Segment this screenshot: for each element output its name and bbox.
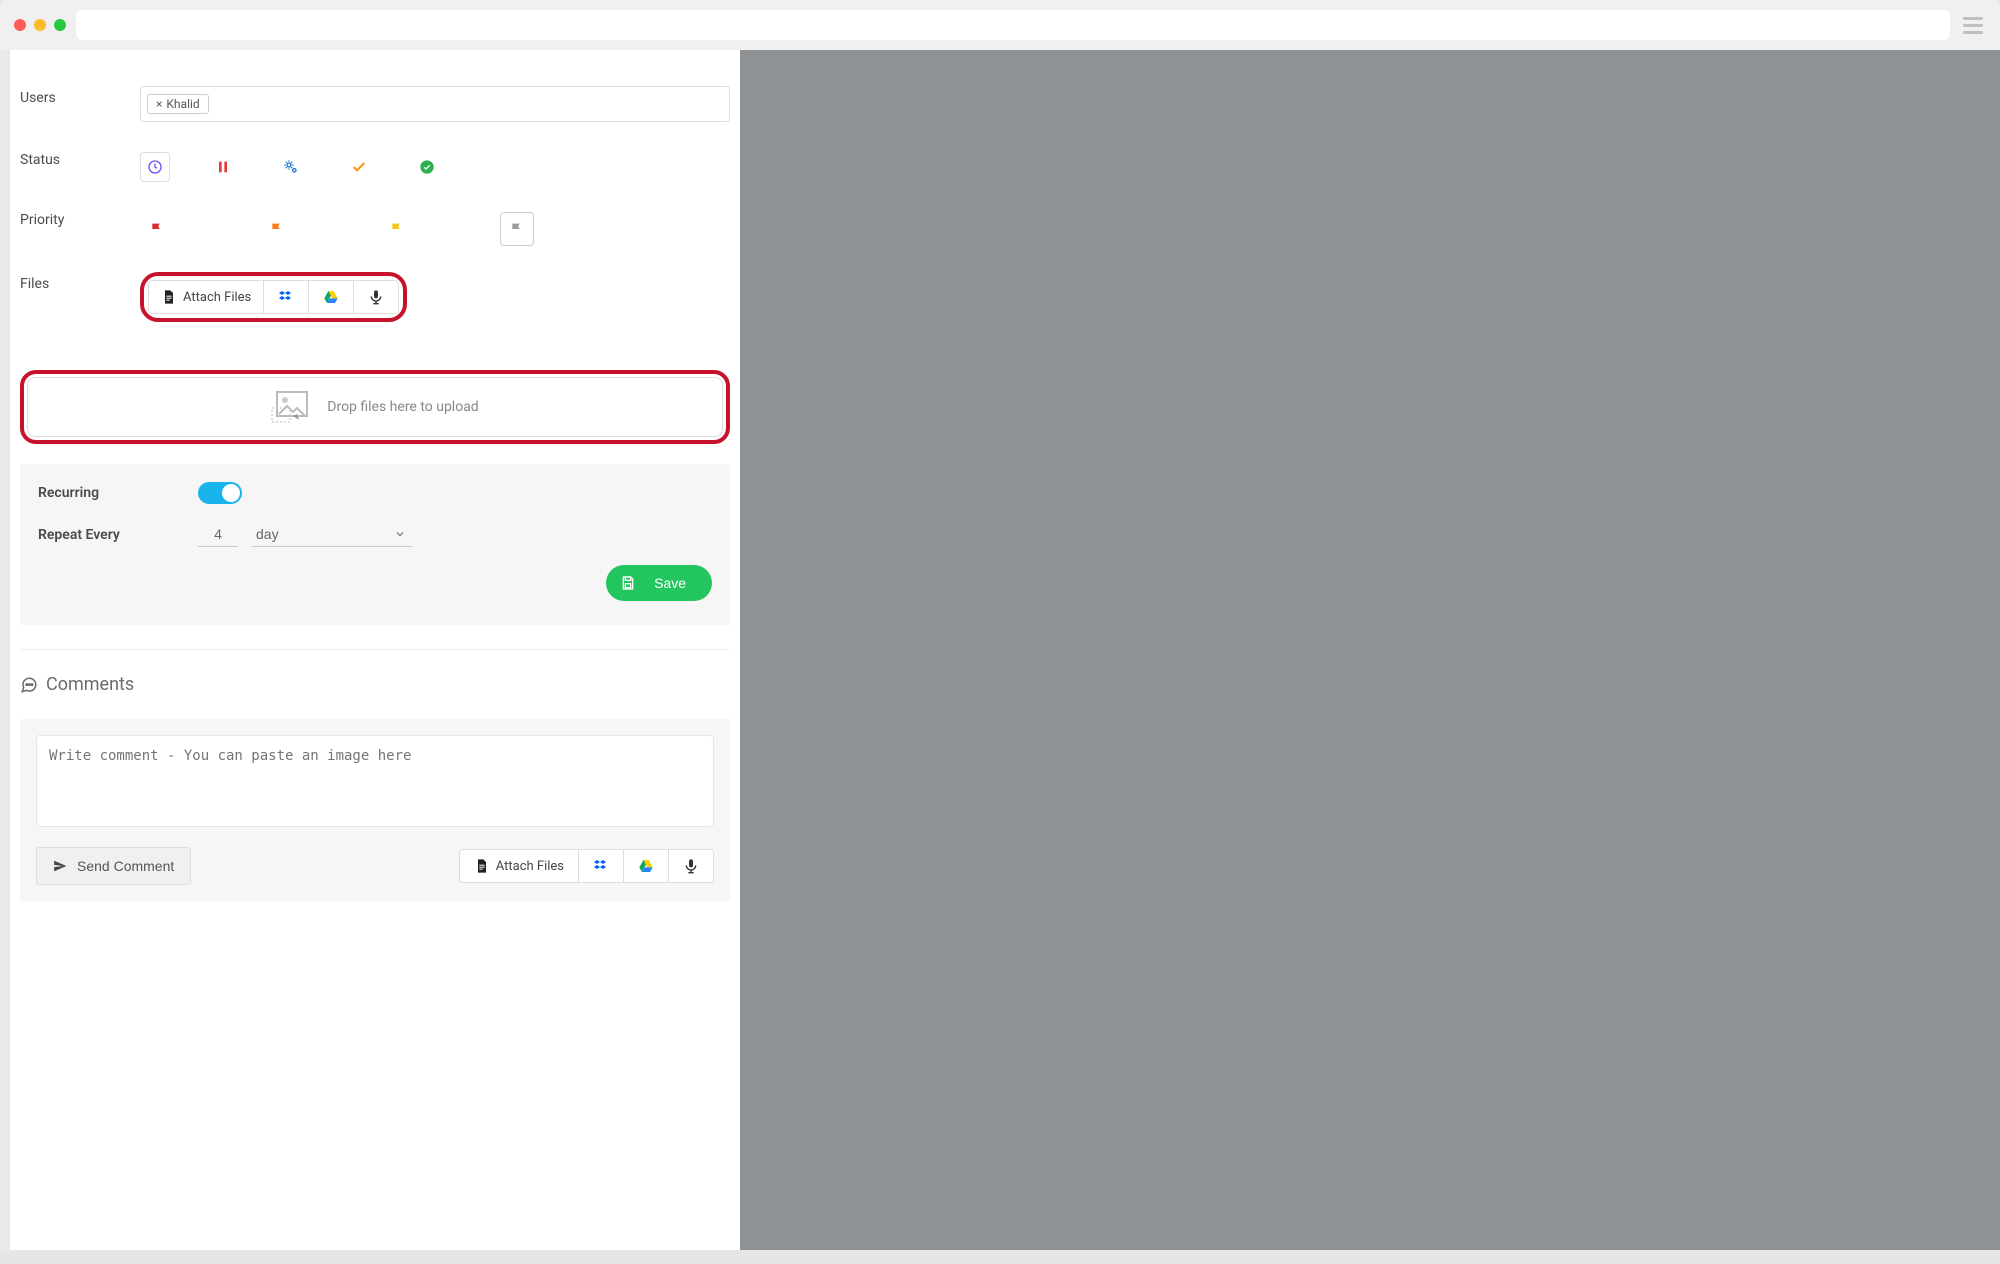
priority-urgent-button[interactable]: [140, 212, 174, 246]
dropzone-text: Drop files here to upload: [327, 399, 478, 415]
attach-files-label: Attach Files: [183, 290, 251, 305]
google-drive-icon: [638, 858, 654, 874]
recurring-section: Recurring Repeat Every: [20, 464, 730, 625]
comment-attach-files-button[interactable]: Attach Files: [460, 850, 578, 882]
gears-icon: [283, 159, 299, 175]
window-close-icon[interactable]: [14, 19, 26, 31]
flag-icon: [269, 221, 285, 237]
comment-input[interactable]: [36, 735, 714, 827]
files-label: Files: [20, 272, 140, 292]
menu-icon[interactable]: [1960, 17, 1986, 34]
comments-heading-text: Comments: [46, 674, 134, 695]
comments-icon: [20, 676, 38, 694]
comment-record-audio-button[interactable]: [668, 850, 713, 882]
repeat-value-input[interactable]: [198, 522, 238, 547]
dropbox-icon: [593, 858, 609, 874]
comment-section: Send Comment Attach Files: [20, 719, 730, 901]
image-upload-icon: [271, 390, 315, 424]
attach-files-button[interactable]: Attach Files: [149, 281, 263, 313]
comment-attach-label: Attach Files: [496, 859, 564, 874]
dropbox-icon: [278, 289, 294, 305]
address-bar[interactable]: [76, 10, 1950, 40]
send-comment-button[interactable]: Send Comment: [36, 847, 191, 885]
save-icon: [620, 575, 636, 591]
backdrop: [740, 50, 2000, 1250]
priority-high-button[interactable]: [260, 212, 294, 246]
comment-google-drive-button[interactable]: [623, 850, 668, 882]
users-label: Users: [20, 86, 140, 106]
send-icon: [53, 859, 67, 873]
recurring-label: Recurring: [38, 485, 198, 501]
user-tag-label: Khalid: [166, 97, 199, 111]
comments-heading: Comments: [20, 674, 730, 695]
flag-icon: [389, 221, 405, 237]
check-icon: [351, 159, 367, 175]
status-verified-button[interactable]: [412, 152, 442, 182]
pause-icon: [215, 159, 231, 175]
repeat-every-label: Repeat Every: [38, 527, 198, 543]
window-minimize-icon[interactable]: [34, 19, 46, 31]
tag-remove-icon[interactable]: ×: [156, 97, 162, 111]
users-input[interactable]: × Khalid: [140, 86, 730, 122]
microphone-icon: [368, 289, 384, 305]
status-label: Status: [20, 148, 140, 168]
check-circle-icon: [419, 159, 435, 175]
status-done-button[interactable]: [344, 152, 374, 182]
google-drive-button[interactable]: [308, 281, 353, 313]
repeat-unit-select[interactable]: [252, 522, 412, 547]
file-dropzone[interactable]: Drop files here to upload: [27, 377, 723, 437]
status-pending-button[interactable]: [140, 152, 170, 182]
browser-chrome: [0, 0, 2000, 50]
clock-icon: [147, 159, 163, 175]
status-paused-button[interactable]: [208, 152, 238, 182]
files-row: Files Attach Files: [20, 266, 730, 342]
flag-icon: [509, 221, 525, 237]
dropbox-button[interactable]: [263, 281, 308, 313]
comment-dropbox-button[interactable]: [578, 850, 623, 882]
form-panel: Users × Khalid Status: [10, 50, 740, 1250]
priority-medium-button[interactable]: [380, 212, 414, 246]
priority-label: Priority: [20, 208, 140, 228]
record-audio-button[interactable]: [353, 281, 398, 313]
google-drive-icon: [323, 289, 339, 305]
microphone-icon: [683, 858, 699, 874]
toggle-knob-icon: [222, 484, 240, 502]
priority-none-button[interactable]: [500, 212, 534, 246]
status-inprogress-button[interactable]: [276, 152, 306, 182]
recurring-toggle[interactable]: [198, 482, 242, 504]
save-button[interactable]: Save: [606, 565, 712, 601]
window-zoom-icon[interactable]: [54, 19, 66, 31]
file-icon: [161, 289, 177, 305]
status-row: Status: [20, 142, 730, 202]
dropzone-highlight: Drop files here to upload: [20, 370, 730, 444]
user-tag[interactable]: × Khalid: [147, 94, 209, 114]
divider: [20, 649, 730, 650]
priority-row: Priority: [20, 202, 730, 266]
flag-icon: [149, 221, 165, 237]
file-buttons-highlight: Attach Files: [140, 272, 407, 322]
file-icon: [474, 858, 490, 874]
users-row: Users × Khalid: [20, 80, 730, 142]
save-button-label: Save: [654, 575, 686, 591]
send-comment-label: Send Comment: [77, 858, 174, 874]
